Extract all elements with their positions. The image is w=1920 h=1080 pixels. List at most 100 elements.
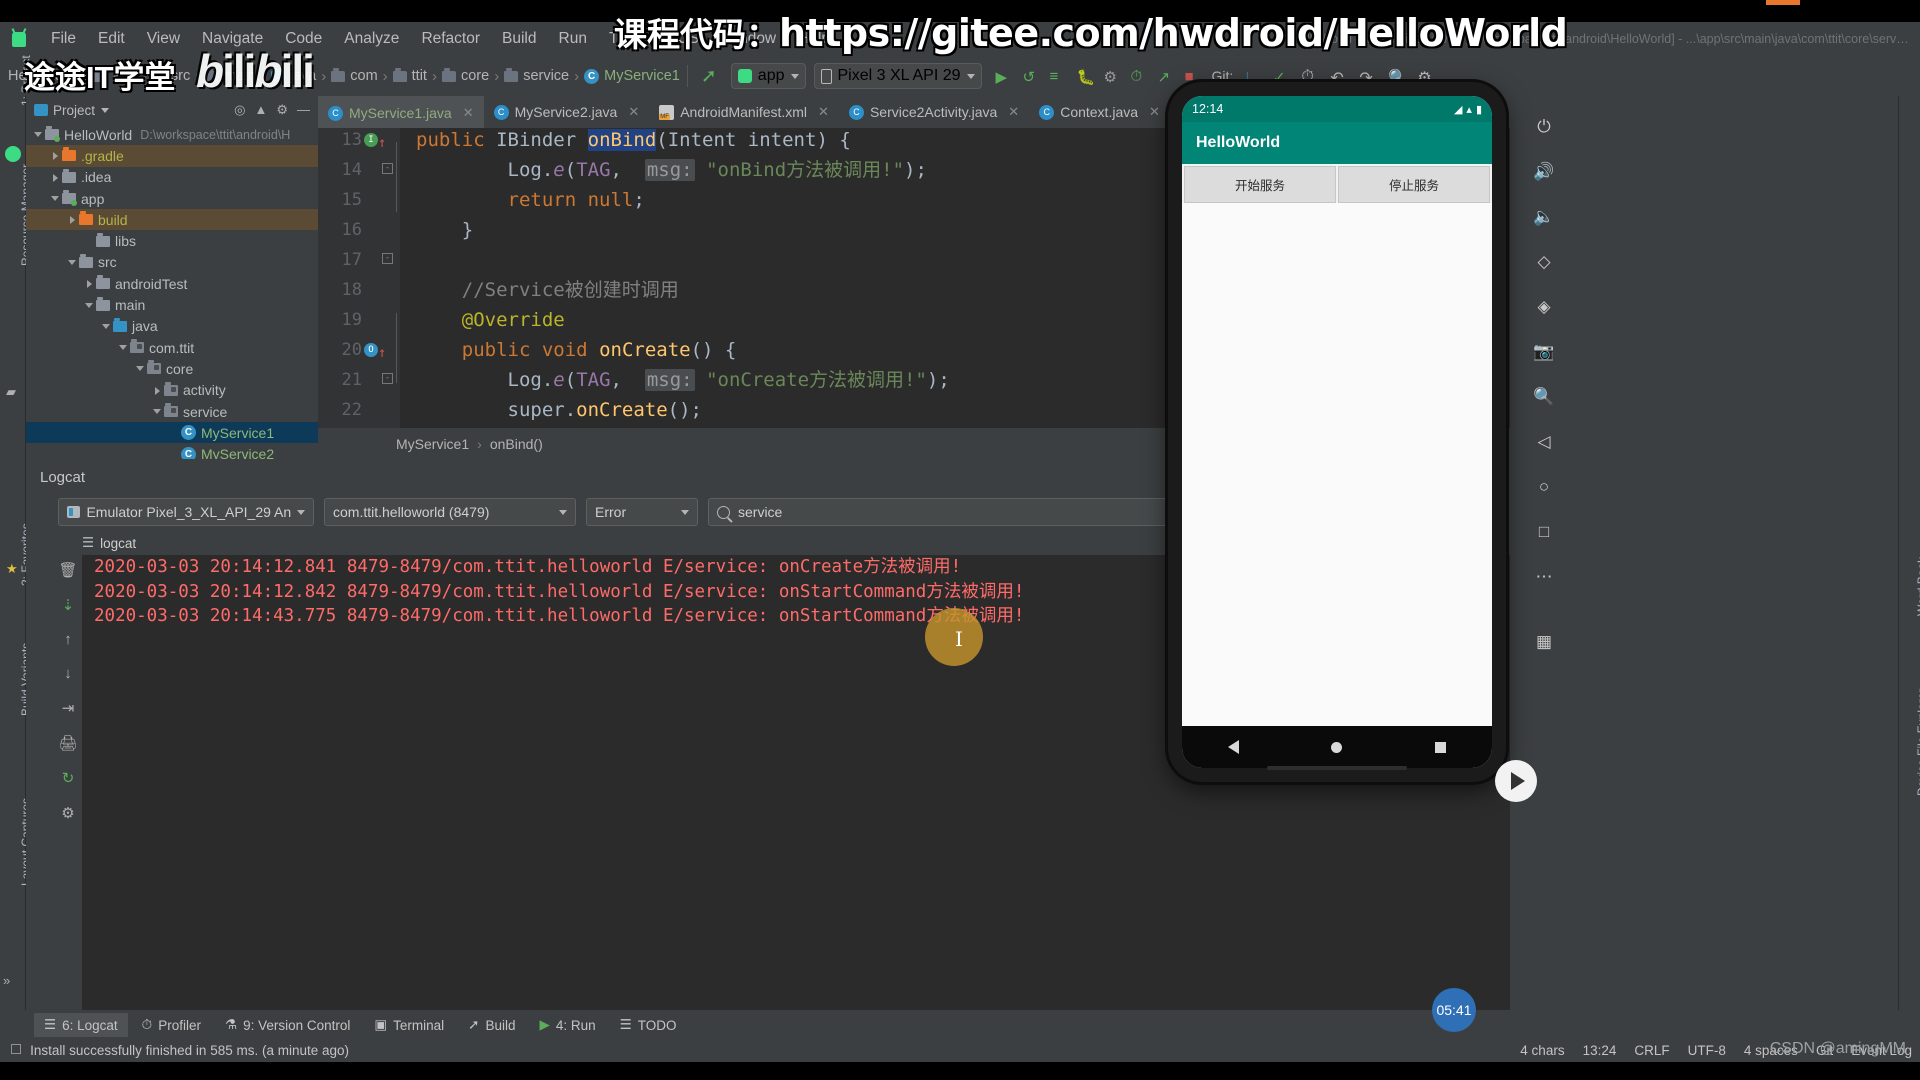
tree-item[interactable]: src (26, 252, 318, 273)
profiler-icon[interactable]: ⏱ (1131, 68, 1148, 85)
chevron-down-icon[interactable] (134, 362, 147, 375)
chevron-down-icon[interactable] (101, 107, 110, 113)
code-line[interactable]: @Override (416, 305, 565, 335)
gutter-marker-icon[interactable]: I (364, 133, 378, 147)
menu-build[interactable]: Build (491, 27, 547, 51)
menu-file[interactable]: File (40, 27, 87, 51)
chevron-down-icon[interactable] (49, 192, 62, 205)
close-icon[interactable]: ✕ (818, 104, 829, 120)
resource-icon[interactable]: ▰ (6, 384, 16, 400)
logcat-subtab[interactable]: ☰ logcat (82, 535, 137, 557)
code-line[interactable]: public void onCreate() { (416, 335, 737, 365)
chevron-right-icon[interactable] (66, 213, 79, 226)
code-line[interactable]: Log.e(TAG, msg: "onCreate方法被调用!"); (416, 365, 950, 395)
tree-item[interactable]: .idea (26, 167, 318, 188)
play-overlay-icon[interactable] (1495, 760, 1537, 802)
code-line[interactable]: } (416, 215, 473, 245)
bottom-tab-terminal[interactable]: ▣ Terminal (364, 1013, 454, 1037)
star-icon[interactable]: ★ (6, 561, 18, 577)
code-fold-icon[interactable]: - (382, 253, 393, 264)
hide-icon[interactable]: ― (297, 102, 310, 118)
home-icon[interactable]: ○ (1529, 474, 1559, 500)
collapse-all-icon[interactable]: ▲ (254, 102, 267, 118)
chevron-down-icon[interactable] (151, 405, 164, 418)
code-line[interactable]: //Service被创建时调用 (416, 275, 679, 305)
close-icon[interactable]: ✕ (628, 104, 639, 120)
project-settings-icon[interactable]: ⚙ (276, 102, 288, 118)
bottom-tab-logcat[interactable]: ☰ 6: Logcat (34, 1013, 128, 1037)
chevron-down-icon[interactable] (100, 320, 113, 333)
bottom-tab-todo[interactable]: ☰ TODO (610, 1013, 687, 1037)
bottom-tab-version-control[interactable]: ⚗ 9: Version Control (215, 1013, 360, 1037)
breadcrumb-class[interactable]: MyService1 (396, 436, 469, 452)
logcat-process-selector[interactable]: com.ttit.helloworld (8479) (324, 498, 576, 526)
tool-window-device-file-explorer[interactable]: Device File Explorer (1915, 689, 1920, 796)
logcat-device-selector[interactable]: Emulator Pixel_3_XL_API_29 And (58, 498, 314, 526)
tree-item[interactable]: activity (26, 380, 318, 401)
apply-code-changes-icon[interactable]: ≡ (1050, 68, 1067, 85)
tab-androidmanifest[interactable]: AndroidManifest.xml ✕ (649, 96, 839, 128)
tree-item[interactable]: HelloWorld D:\workspace\ttit\android\H (26, 124, 318, 145)
device-selector[interactable]: Pixel 3 XL API 29 (813, 63, 982, 89)
snapshot-icon[interactable]: ▦ (1529, 629, 1559, 655)
back-icon[interactable]: ◁ (1529, 429, 1559, 455)
attach-debugger-icon[interactable]: ⚙ (1104, 68, 1121, 86)
more-icon[interactable]: ⋯ (1529, 564, 1559, 590)
run-icon[interactable]: ▶ (996, 68, 1013, 86)
settings-icon[interactable]: ⚙ (61, 804, 74, 822)
tree-item[interactable]: core (26, 358, 318, 379)
volume-down-icon[interactable]: 🔈 (1529, 204, 1559, 230)
logcat-level-selector[interactable]: Error (586, 498, 698, 526)
code-line[interactable]: return null; (416, 185, 645, 215)
bottom-tab-profiler[interactable]: ⏱ Profiler (132, 1013, 211, 1037)
override-arrow-icon[interactable]: ↑ (378, 338, 386, 368)
menu-view[interactable]: View (136, 27, 191, 51)
chevron-right-icon[interactable] (151, 384, 164, 397)
run-with-coverage-icon[interactable]: ↗ (1158, 68, 1175, 86)
code-line[interactable]: Log.e(TAG, msg: "onBind方法被调用!"); (416, 155, 927, 185)
menu-run[interactable]: Run (548, 27, 598, 51)
nav-home-icon[interactable] (1331, 741, 1343, 753)
close-icon[interactable]: ✕ (463, 105, 474, 121)
override-arrow-icon[interactable]: ↑ (378, 128, 386, 158)
logcat-search-input[interactable]: service (708, 498, 1206, 526)
tool-window-word-book[interactable]: Word Book (1915, 557, 1920, 616)
breadcrumb-service[interactable]: service (523, 68, 569, 84)
stop-service-button[interactable]: 停止服务 (1338, 166, 1490, 203)
chevron-right-icon[interactable] (83, 277, 96, 290)
tree-item[interactable]: java (26, 316, 318, 337)
tree-item[interactable]: C MyService2 (26, 443, 318, 459)
gutter-marker-icon[interactable]: O (364, 343, 378, 357)
tree-item[interactable]: libs (26, 230, 318, 251)
project-tree[interactable]: HelloWorld D:\workspace\ttit\android\H .gr… (26, 124, 318, 459)
code-line[interactable]: } (416, 425, 473, 428)
tree-item[interactable]: C MyService1 (26, 422, 318, 444)
expand-strip-icon[interactable]: » (3, 973, 10, 988)
android-icon[interactable] (5, 146, 21, 162)
screenshot-icon[interactable]: 📷 (1529, 339, 1559, 365)
breadcrumb-core[interactable]: core (461, 68, 489, 84)
close-icon[interactable]: ✕ (1149, 104, 1160, 120)
debug-icon[interactable]: 🐛 (1077, 68, 1096, 86)
status-line-ending[interactable]: CRLF (1634, 1043, 1669, 1058)
nav-back-icon[interactable] (1228, 740, 1240, 754)
chevron-right-icon[interactable] (49, 149, 62, 162)
tab-myservice1[interactable]: C MyService1.java ✕ (318, 96, 484, 128)
emulator-device[interactable]: 12:14 ◢ ▴ ▮ HelloWorld 开始服务 停止服务 (1168, 82, 1506, 782)
tab-context[interactable]: C Context.java ✕ (1029, 96, 1170, 128)
status-encoding[interactable]: UTF-8 (1688, 1043, 1726, 1058)
code-line[interactable]: super.onCreate(); (416, 395, 702, 425)
soft-wrap-icon[interactable]: ⇥ (62, 699, 75, 717)
breadcrumb-ttit[interactable]: ttit (412, 68, 427, 84)
up-icon[interactable]: ↑ (64, 631, 72, 648)
nav-recents-icon[interactable] (1434, 741, 1446, 753)
menu-analyze[interactable]: Analyze (333, 27, 410, 51)
tree-item[interactable]: app (26, 188, 318, 209)
breadcrumb-method[interactable]: onBind() (490, 436, 543, 452)
chevron-down-icon[interactable] (117, 341, 130, 354)
restart-icon[interactable]: ↻ (62, 769, 75, 787)
print-icon[interactable]: 🖨 (58, 734, 77, 752)
tree-item[interactable]: .gradle (26, 145, 318, 167)
apply-changes-icon[interactable]: ↺ (1023, 68, 1040, 86)
scroll-to-end-icon[interactable]: ⇣ (62, 596, 75, 614)
